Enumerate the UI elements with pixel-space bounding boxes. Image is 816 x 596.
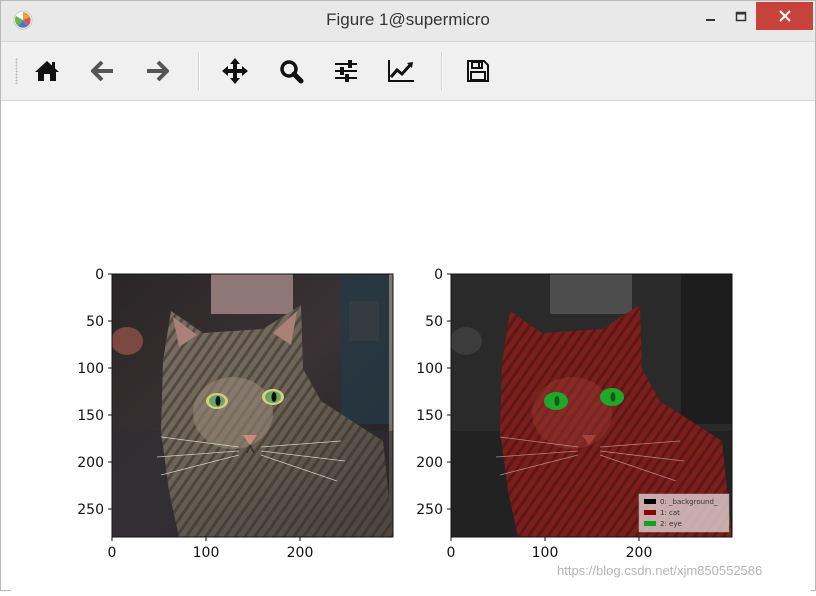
cat-photo	[112, 274, 393, 537]
forward-icon	[147, 60, 169, 82]
y-axis-right: 0 50 100 150 200 250	[416, 267, 451, 518]
y-tick-label: 50	[425, 314, 443, 330]
legend-swatch	[644, 521, 656, 526]
x-tick-label: 0	[108, 545, 117, 561]
edit-axis-button[interactable]	[385, 55, 417, 87]
y-tick-label: 250	[416, 502, 443, 518]
save-icon	[467, 60, 489, 82]
subplots-icon	[335, 60, 357, 82]
home-button[interactable]	[31, 55, 63, 87]
y-tick-label: 150	[416, 408, 443, 424]
back-button[interactable]	[87, 55, 119, 87]
y-tick-label: 200	[77, 455, 104, 471]
legend-label: 1: cat	[660, 509, 680, 517]
figure-svg: 0 50 100 150 200 250 0 100 200 0: _backg…	[77, 267, 733, 561]
save-button[interactable]	[462, 55, 494, 87]
legend-label: 0: _background_	[660, 498, 718, 506]
y-tick-label: 200	[416, 455, 443, 471]
y-axis-left: 0 50 100 150 200 250	[77, 267, 112, 518]
axes-curves-icon	[388, 60, 414, 82]
legend-label: 2: eye	[660, 520, 682, 528]
cat-segmentation-overlay: 0: _background_ 1: cat 2: eye	[451, 274, 732, 537]
forward-button[interactable]	[141, 55, 173, 87]
zoom-icon	[280, 60, 304, 84]
maximize-icon	[735, 11, 747, 22]
minimize-icon	[706, 19, 715, 21]
home-icon	[35, 61, 59, 81]
x-tick-label: 200	[626, 545, 653, 561]
x-tick-label: 200	[287, 545, 314, 561]
close-icon	[778, 10, 791, 22]
y-tick-label: 250	[77, 502, 104, 518]
close-button[interactable]	[756, 2, 813, 30]
navigation-toolbar	[1, 42, 815, 101]
x-tick-label: 100	[193, 545, 220, 561]
x-tick-label: 100	[532, 545, 559, 561]
y-tick-label: 50	[86, 314, 104, 330]
y-tick-label: 150	[77, 408, 104, 424]
x-axis-left: 0 100 200	[108, 537, 314, 561]
configure-subplots-button[interactable]	[330, 55, 362, 87]
figure-canvas[interactable]: 0 50 100 150 200 250 0 100 200 0: _backg…	[11, 101, 811, 592]
back-icon	[91, 60, 113, 82]
x-tick-label: 0	[447, 545, 456, 561]
toolbar-separator	[441, 52, 443, 90]
pan-icon	[222, 58, 248, 84]
x-axis-right: 0 100 200	[447, 537, 653, 561]
y-tick-label: 100	[77, 361, 104, 377]
segmentation-legend: 0: _background_ 1: cat 2: eye	[638, 493, 730, 533]
y-tick-label: 0	[95, 267, 104, 283]
pan-button[interactable]	[219, 55, 251, 87]
watermark-text: https://blog.csdn.net/xjm850552586	[557, 563, 763, 578]
title-bar[interactable]: Figure 1@supermicro	[1, 1, 815, 42]
y-tick-label: 0	[434, 267, 443, 283]
toolbar-grip[interactable]	[15, 58, 18, 84]
legend-swatch	[644, 510, 656, 515]
y-tick-label: 100	[416, 361, 443, 377]
legend-swatch	[644, 499, 656, 504]
maximize-button[interactable]	[721, 4, 761, 30]
zoom-button[interactable]	[275, 55, 307, 87]
figure-window: Figure 1@supermicro 0 50 100 150 200 250…	[0, 0, 816, 592]
toolbar-separator	[198, 52, 200, 90]
